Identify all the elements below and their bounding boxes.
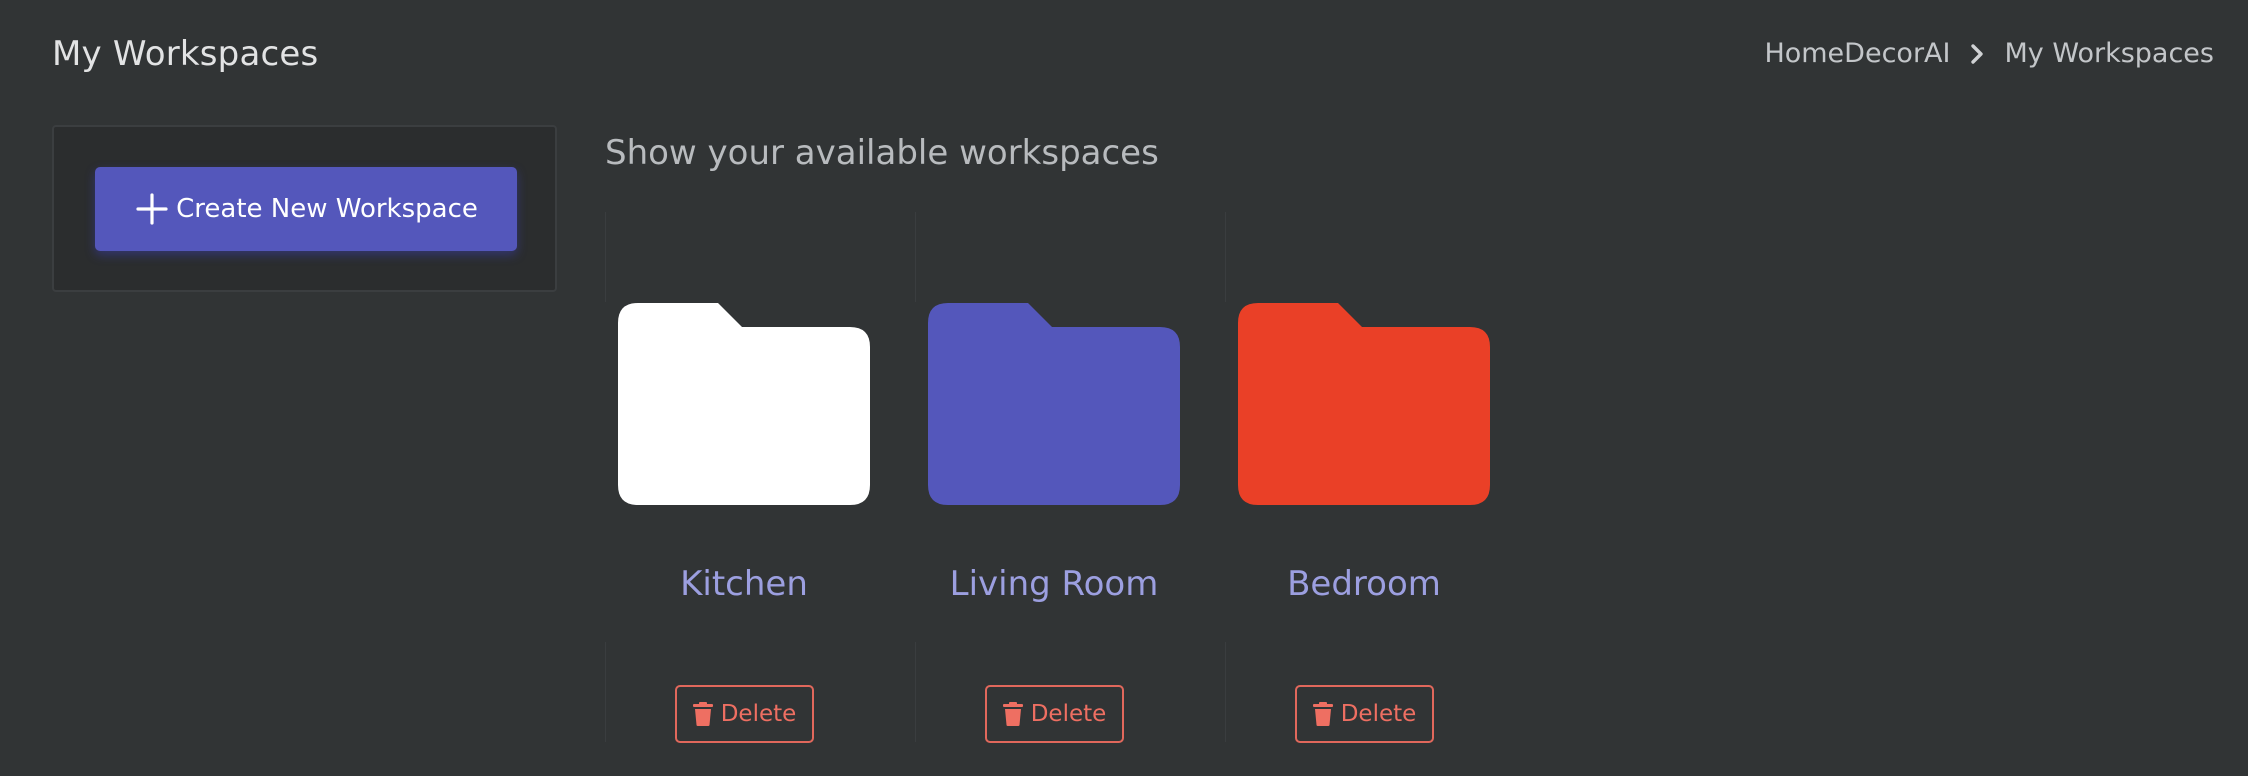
workspace-name[interactable]: Bedroom — [1226, 564, 1502, 604]
breadcrumb: HomeDecorAI My Workspaces — [1764, 38, 2214, 69]
workspace-card-kitchen: Kitchen Delete — [605, 212, 915, 743]
folder-icon[interactable] — [928, 303, 1180, 505]
workspace-card-living-room: Living Room Delete — [915, 212, 1225, 743]
trash-icon — [692, 702, 713, 726]
workspace-card-bedroom: Bedroom Delete — [1225, 212, 1535, 743]
workspaces-page: My Workspaces HomeDecorAI My Workspaces … — [0, 0, 2248, 776]
folder-icon[interactable] — [1238, 303, 1490, 505]
breadcrumb-current: My Workspaces — [2004, 38, 2214, 69]
sidebar-card: Create New Workspace — [52, 125, 557, 292]
delete-workspace-button[interactable]: Delete — [675, 685, 814, 743]
delete-label: Delete — [1030, 701, 1107, 727]
delete-label: Delete — [720, 701, 797, 727]
delete-workspace-button[interactable]: Delete — [1295, 685, 1434, 743]
plus-icon — [134, 191, 170, 227]
trash-icon — [1002, 702, 1023, 726]
workspace-name[interactable]: Living Room — [916, 564, 1192, 604]
create-button-label: Create New Workspace — [176, 194, 478, 224]
workspace-name[interactable]: Kitchen — [606, 564, 882, 604]
breadcrumb-home-link[interactable]: HomeDecorAI — [1764, 38, 1950, 69]
page-title: My Workspaces — [52, 34, 319, 74]
workspaces-subtitle: Show your available workspaces — [605, 133, 1159, 173]
delete-workspace-button[interactable]: Delete — [985, 685, 1124, 743]
workspace-grid: Kitchen Delete Living Room Delete Bedroo… — [605, 212, 1535, 743]
create-new-workspace-button[interactable]: Create New Workspace — [95, 167, 517, 251]
trash-icon — [1312, 702, 1333, 726]
delete-label: Delete — [1340, 701, 1417, 727]
folder-icon[interactable] — [618, 303, 870, 505]
chevron-right-icon — [1964, 41, 1990, 67]
